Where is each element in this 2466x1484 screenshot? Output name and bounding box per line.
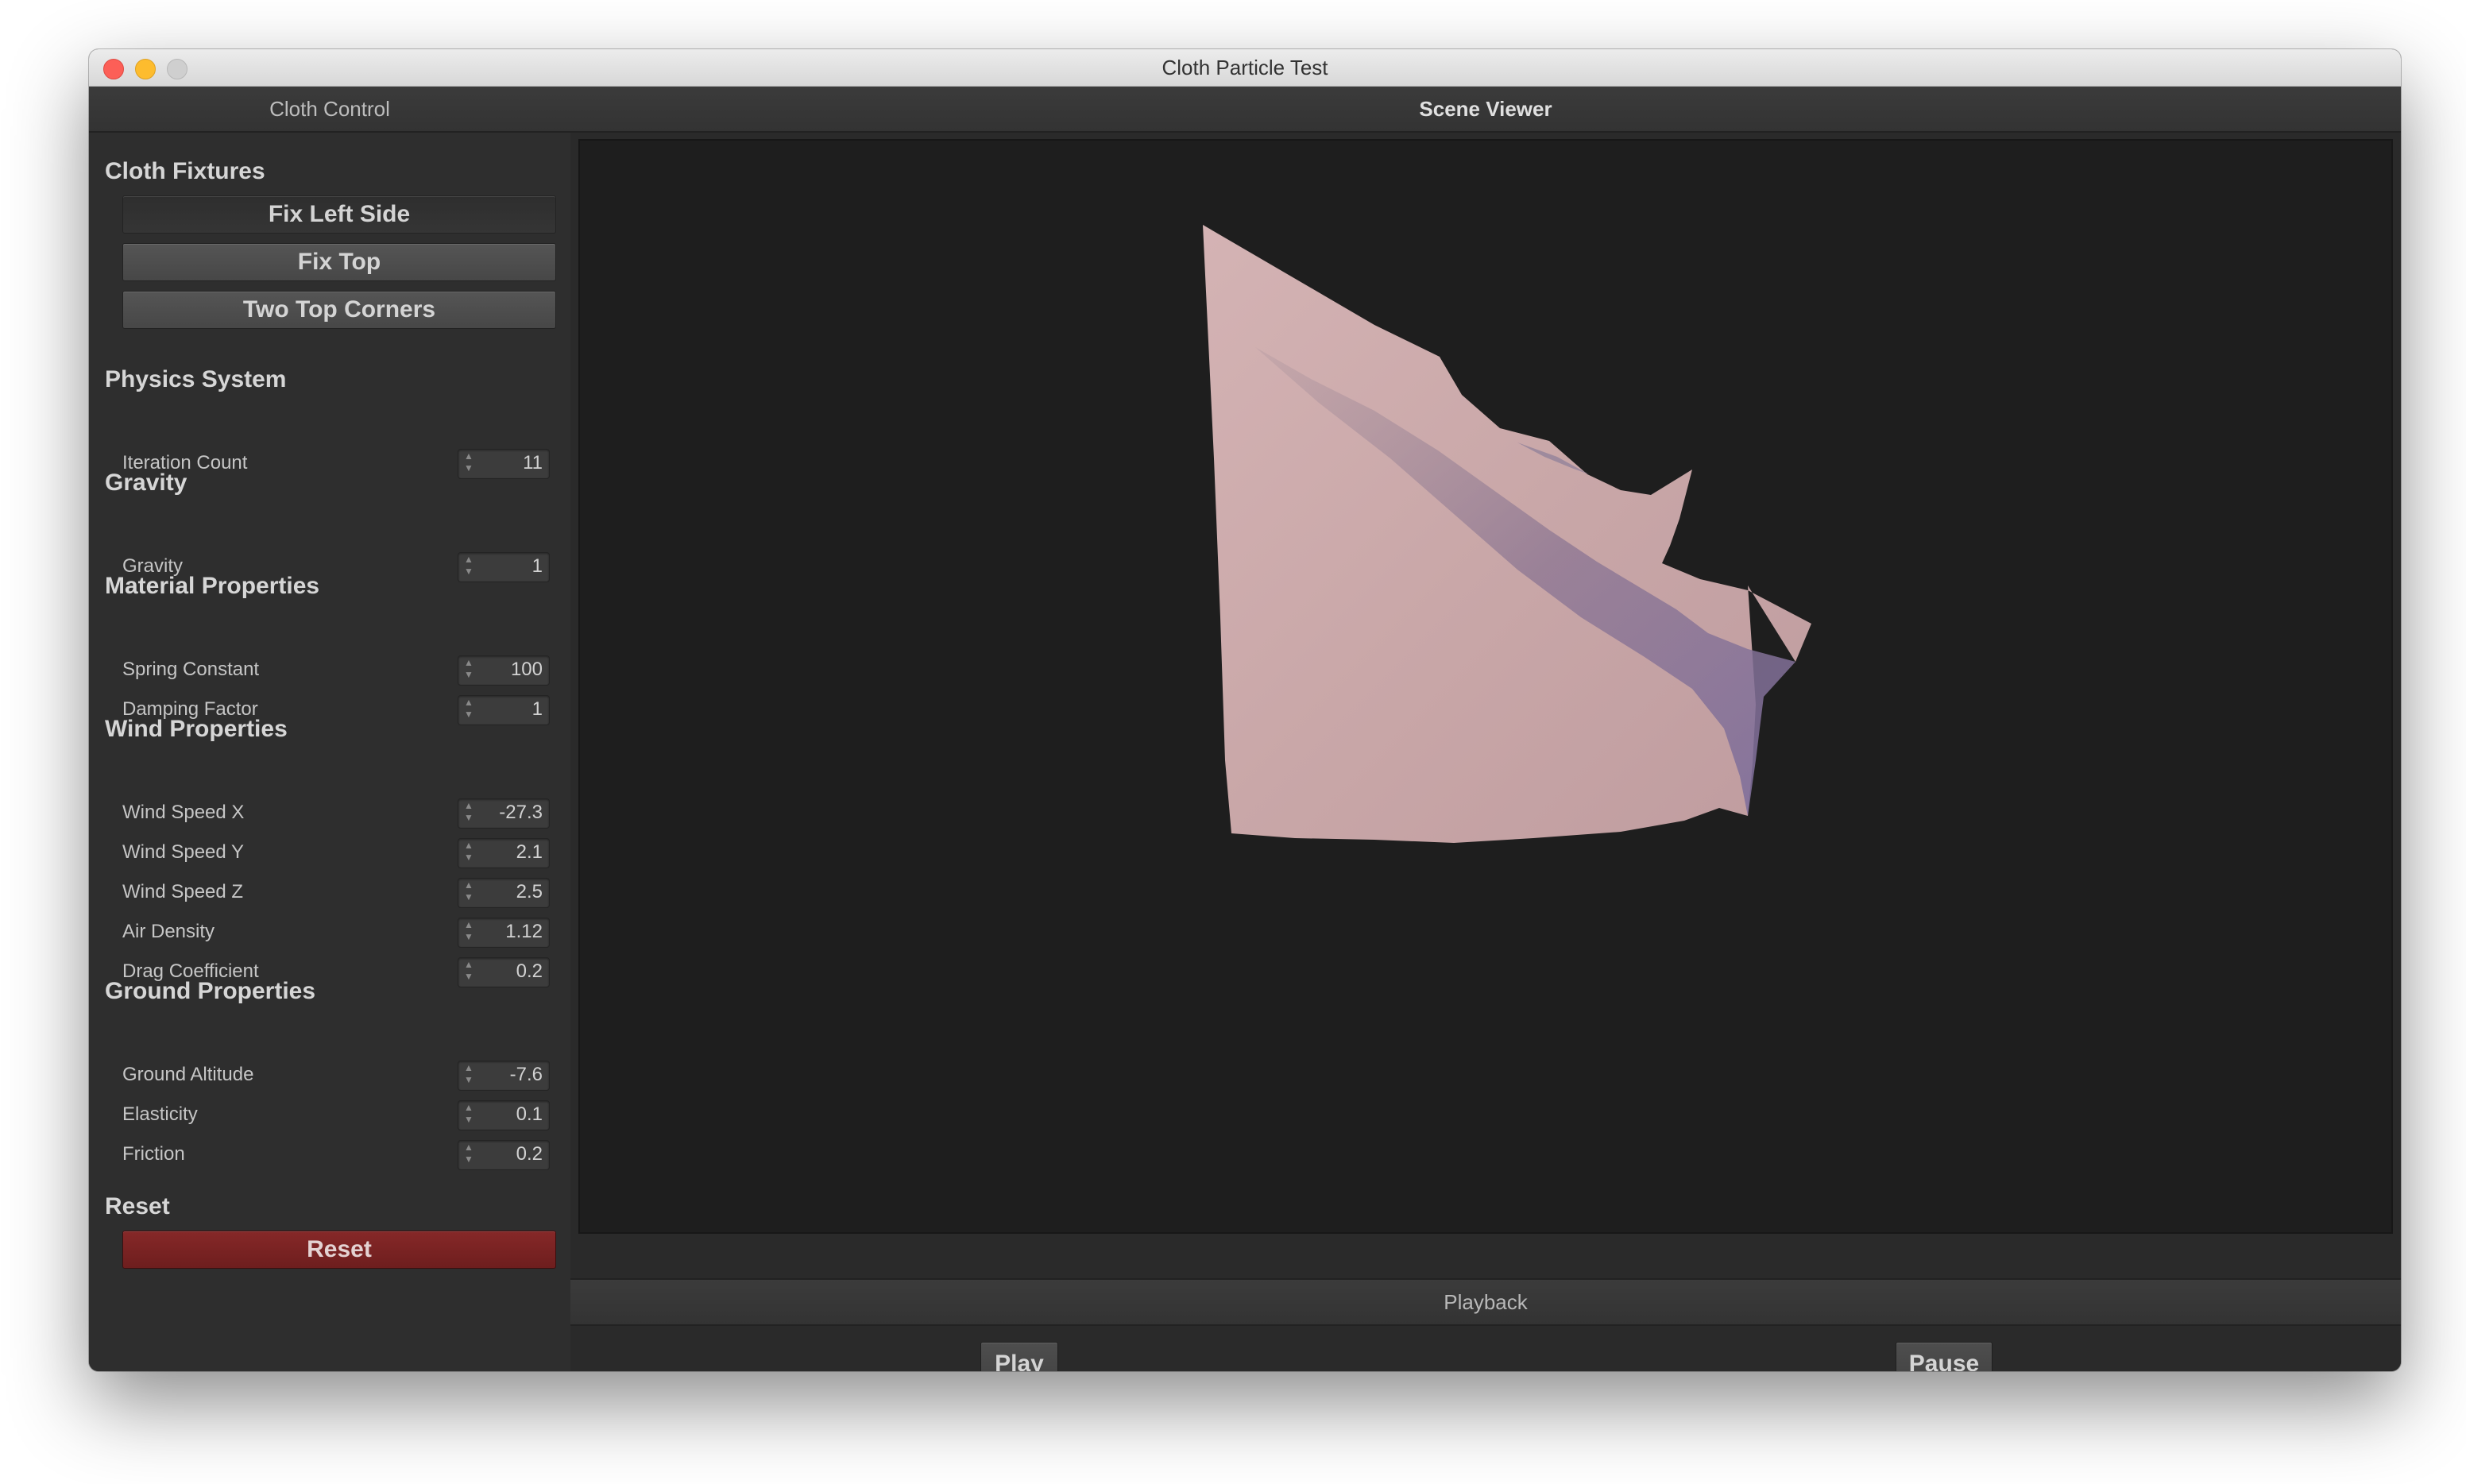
- two-top-corners-button[interactable]: Two Top Corners: [122, 291, 556, 329]
- material-properties-title: Material Properties: [105, 573, 320, 599]
- title-bar[interactable]: Cloth Particle Test: [89, 49, 2401, 87]
- spring-constant-value[interactable]: 100: [511, 659, 543, 681]
- zoom-window-button[interactable]: [167, 59, 187, 79]
- drag-coefficient-value[interactable]: 0.2: [516, 960, 543, 983]
- wind-speed-y-label: Wind Speed Y: [122, 841, 244, 863]
- stepper-arrows-icon[interactable]: ▲ ▼: [463, 840, 474, 864]
- air-density-row: Air Density ▲ ▼ 1.12: [122, 918, 564, 949]
- spring-constant-row: Spring Constant ▲ ▼ 100: [122, 655, 564, 687]
- close-window-button[interactable]: [103, 59, 124, 79]
- ground-properties-title: Ground Properties: [105, 978, 316, 1004]
- wind-properties-title: Wind Properties: [105, 716, 288, 742]
- wind-speed-x-value[interactable]: -27.3: [499, 802, 543, 824]
- wind-speed-x-spinbox[interactable]: ▲ ▼ -27.3: [458, 798, 550, 829]
- stepper-arrows-icon[interactable]: ▲ ▼: [463, 450, 474, 474]
- cloth-control-panel: Cloth Control Cloth Fixtures Fix Left Si…: [89, 87, 575, 1371]
- ground-altitude-spinbox[interactable]: ▲ ▼ -7.6: [458, 1061, 550, 1091]
- wind-speed-z-spinbox[interactable]: ▲ ▼ 2.5: [458, 878, 550, 908]
- app-window: Cloth Particle Test Cloth Control Cloth …: [89, 49, 2401, 1371]
- minimize-window-button[interactable]: [135, 59, 156, 79]
- gravity-spinbox[interactable]: ▲ ▼ 1: [458, 552, 550, 582]
- friction-label: Friction: [122, 1143, 185, 1165]
- wind-speed-z-value[interactable]: 2.5: [516, 881, 543, 903]
- elasticity-value[interactable]: 0.1: [516, 1103, 543, 1126]
- fix-left-side-button[interactable]: Fix Left Side: [122, 195, 556, 234]
- ground-altitude-row: Ground Altitude ▲ ▼ -7.6: [122, 1061, 564, 1092]
- ground-altitude-value[interactable]: -7.6: [510, 1064, 543, 1086]
- ground-altitude-label: Ground Altitude: [122, 1064, 254, 1085]
- damping-factor-value[interactable]: 1: [532, 698, 543, 721]
- window-title: Cloth Particle Test: [1161, 56, 1328, 79]
- fix-top-button[interactable]: Fix Top: [122, 243, 556, 281]
- friction-spinbox[interactable]: ▲ ▼ 0.2: [458, 1140, 550, 1170]
- stepper-arrows-icon[interactable]: ▲ ▼: [463, 800, 474, 824]
- cloth-control-header: Cloth Control: [89, 87, 570, 133]
- wind-speed-y-row: Wind Speed Y ▲ ▼ 2.1: [122, 838, 564, 870]
- stepper-arrows-icon[interactable]: ▲ ▼: [463, 657, 474, 681]
- cloth-render: [1203, 225, 1811, 843]
- wind-speed-z-row: Wind Speed Z ▲ ▼ 2.5: [122, 878, 564, 910]
- stepper-arrows-icon[interactable]: ▲ ▼: [463, 554, 474, 578]
- cloth-fixtures-title: Cloth Fixtures: [105, 158, 265, 184]
- gravity-value[interactable]: 1: [532, 555, 543, 578]
- iteration-count-row: Iteration Count ▲ ▼ 11: [122, 449, 564, 481]
- elasticity-row: Elasticity ▲ ▼ 0.1: [122, 1100, 564, 1132]
- physics-system-title: Physics System: [105, 366, 287, 392]
- reset-button[interactable]: Reset: [122, 1231, 556, 1269]
- reset-title: Reset: [105, 1193, 170, 1219]
- wind-speed-x-row: Wind Speed X ▲ ▼ -27.3: [122, 798, 564, 830]
- scene-viewer-header: Scene Viewer: [570, 87, 2401, 133]
- elasticity-spinbox[interactable]: ▲ ▼ 0.1: [458, 1100, 550, 1130]
- play-button[interactable]: Play: [980, 1342, 1058, 1371]
- stepper-arrows-icon[interactable]: ▲ ▼: [463, 1062, 474, 1086]
- stepper-arrows-icon[interactable]: ▲ ▼: [463, 919, 474, 943]
- gravity-title: Gravity: [105, 470, 187, 496]
- drag-coefficient-spinbox[interactable]: ▲ ▼ 0.2: [458, 957, 550, 987]
- wind-speed-z-label: Wind Speed Z: [122, 881, 244, 902]
- iteration-count-value[interactable]: 11: [523, 452, 543, 474]
- elasticity-label: Elasticity: [122, 1103, 198, 1125]
- spring-constant-spinbox[interactable]: ▲ ▼ 100: [458, 655, 550, 686]
- wind-speed-y-value[interactable]: 2.1: [516, 841, 543, 864]
- stepper-arrows-icon[interactable]: ▲ ▼: [463, 1142, 474, 1165]
- air-density-spinbox[interactable]: ▲ ▼ 1.12: [458, 918, 550, 948]
- wind-speed-y-spinbox[interactable]: ▲ ▼ 2.1: [458, 838, 550, 868]
- stepper-arrows-icon[interactable]: ▲ ▼: [463, 959, 474, 983]
- scene-viewport[interactable]: [578, 139, 2393, 1234]
- air-density-value[interactable]: 1.12: [505, 921, 543, 943]
- stepper-arrows-icon[interactable]: ▲ ▼: [463, 879, 474, 903]
- damping-factor-spinbox[interactable]: ▲ ▼ 1: [458, 695, 550, 725]
- air-density-label: Air Density: [122, 921, 215, 942]
- scene-viewer-panel: Scene Viewer Playback Play Pause: [570, 87, 2401, 1371]
- iteration-count-spinbox[interactable]: ▲ ▼ 11: [458, 449, 550, 479]
- friction-row: Friction ▲ ▼ 0.2: [122, 1140, 564, 1172]
- stepper-arrows-icon[interactable]: ▲ ▼: [463, 1102, 474, 1126]
- spring-constant-label: Spring Constant: [122, 659, 260, 680]
- pause-button[interactable]: Pause: [1896, 1342, 1993, 1371]
- playback-header: Playback: [570, 1278, 2401, 1326]
- stepper-arrows-icon[interactable]: ▲ ▼: [463, 697, 474, 721]
- friction-value[interactable]: 0.2: [516, 1143, 543, 1165]
- wind-speed-x-label: Wind Speed X: [122, 802, 245, 823]
